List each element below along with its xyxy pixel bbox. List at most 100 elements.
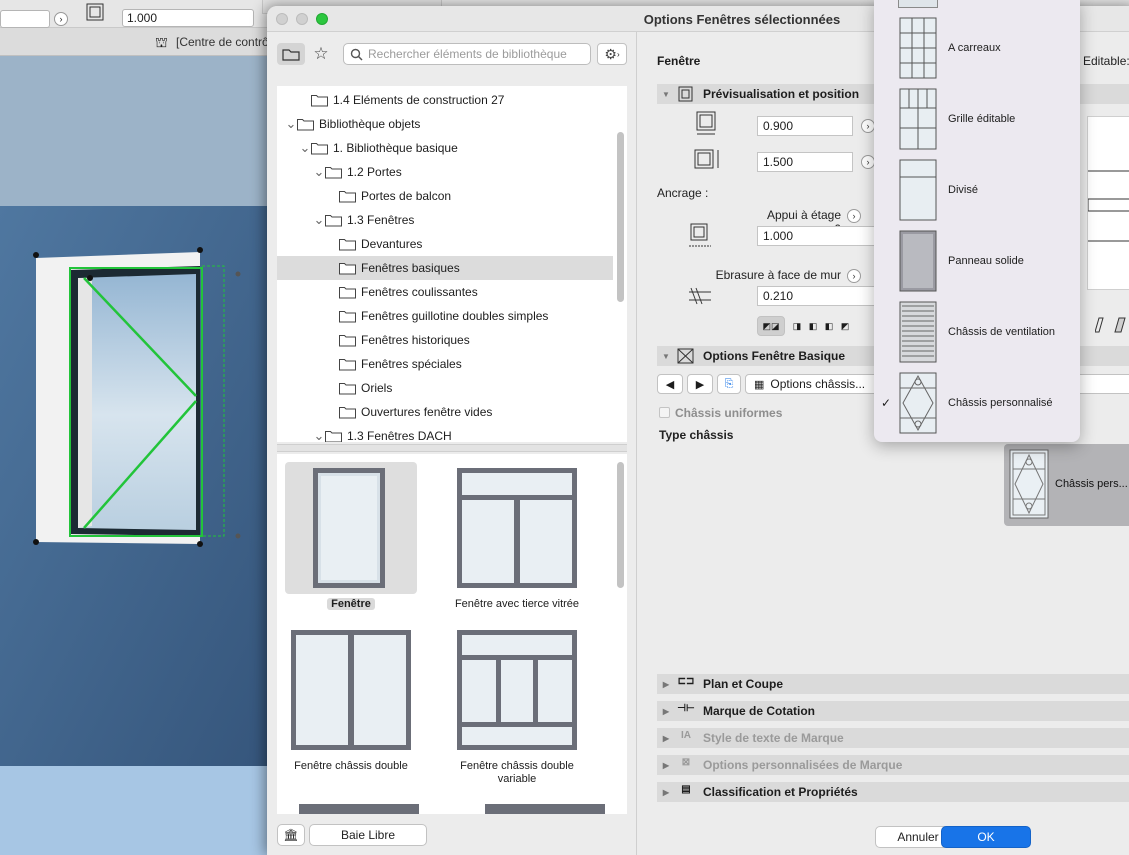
sash-menu-item[interactable]: ✓ Châssis personnalisé: [874, 367, 1080, 438]
control-center-label: [Centre de contrô: [176, 35, 269, 49]
reveal-mode-5[interactable]: ◩: [837, 316, 853, 336]
folder-icon: [325, 430, 342, 442]
tree-item[interactable]: Fenêtres guillotine doubles simples: [277, 304, 613, 328]
tree-item-label: Portes de balcon: [361, 189, 452, 203]
collapsed-section-header[interactable]: ▶ ⊣⊢ Marque de Cotation: [657, 701, 1129, 721]
width-arrow-button[interactable]: ›: [861, 119, 875, 133]
disclosure-closed-icon: ▶: [662, 787, 670, 797]
3d-viewport[interactable]: [0, 56, 280, 855]
collapsed-section-header[interactable]: ▶ ▤ Classification et Propriétés: [657, 782, 1129, 802]
gallery-item[interactable]: Fenêtre châssis double variable: [451, 624, 583, 786]
tree-scrollbar[interactable]: [617, 132, 624, 302]
collapsed-section-header: ▶ IA Style de texte de Marque: [657, 728, 1129, 748]
sill-height-icon: [689, 223, 711, 247]
sash-menu-item-label: A carreaux: [948, 41, 1001, 54]
tree-item-label: Oriels: [361, 381, 393, 395]
gallery-item-partial[interactable]: [299, 804, 419, 814]
page-menu-button[interactable]: ⎘: [717, 374, 741, 394]
reveal-mode-2[interactable]: ◨: [789, 316, 805, 336]
sash-menu-item[interactable]: Divisé: [874, 154, 1080, 225]
tree-item[interactable]: ⌄ 1.3 Fenêtres DACH: [277, 424, 613, 442]
tree-item[interactable]: Fenêtres historiques: [277, 328, 613, 352]
tree-item[interactable]: Portes de balcon: [277, 184, 613, 208]
toolbar-sill-field[interactable]: 1.000: [122, 9, 254, 27]
reveal-mode-icon: ◩◪: [762, 320, 780, 331]
sash-type-value: Châssis pers...: [1055, 478, 1128, 490]
gallery-item[interactable]: Fenêtre: [285, 462, 417, 611]
library-search[interactable]: [343, 43, 591, 65]
sash-menu-item-label: Châssis de ventilation: [948, 325, 1056, 338]
tree-item[interactable]: Devantures: [277, 232, 613, 256]
sash-menu-item[interactable]: Châssis de ventilation: [874, 296, 1080, 367]
gallery-item-partial[interactable]: [485, 804, 605, 814]
reveal-mode-4[interactable]: ◧: [821, 316, 837, 336]
gallery-item[interactable]: Fenêtre avec tierce vitrée: [451, 462, 583, 611]
sill-menu-button[interactable]: ›: [847, 209, 861, 223]
chevron-down-icon[interactable]: ⌄: [299, 141, 311, 154]
gallery-item[interactable]: Fenêtre châssis double: [285, 624, 417, 773]
ok-button[interactable]: OK: [941, 826, 1031, 848]
pane-splitter[interactable]: [277, 444, 627, 452]
collapsed-section-title: Marque de Cotation: [703, 704, 816, 718]
tree-item[interactable]: Oriels: [277, 376, 613, 400]
editable-label: Editable:: [1083, 54, 1129, 68]
anchor-label: Ancrage :: [657, 186, 709, 200]
reveal-menu-button[interactable]: ›: [847, 269, 861, 283]
opening-side-icons[interactable]: [1095, 316, 1129, 336]
tree-item-label: 1.3 Fenêtres DACH: [347, 429, 452, 442]
tree-item[interactable]: Fenêtres spéciales: [277, 352, 613, 376]
sash-type-selector[interactable]: Châssis pers... ›: [1004, 444, 1129, 526]
free-opening-button[interactable]: Baie Libre: [309, 824, 427, 846]
settings-menu-button[interactable]: ⚙ ›: [597, 43, 627, 65]
solid-sash-icon: [899, 230, 937, 291]
search-input[interactable]: [368, 47, 583, 61]
tree-item-label: Ouvertures fenêtre vides: [361, 405, 493, 419]
tree-item-label: 1.3 Fenêtres: [347, 213, 415, 227]
chevron-down-icon[interactable]: ⌄: [313, 429, 325, 442]
sash-menu-item-label: Grille éditable: [948, 112, 1016, 125]
divided-sash-icon: [899, 159, 937, 220]
disclosure-closed-icon: ▶: [662, 679, 670, 689]
next-page-button[interactable]: ▶: [687, 374, 713, 394]
tree-item[interactable]: ⌄ 1.3 Fenêtres: [277, 208, 613, 232]
element-name: Fenêtre: [657, 54, 701, 68]
plan-preview-drawing: [1087, 170, 1129, 242]
previous-menu-thumbnail: [898, 0, 938, 8]
tree-item[interactable]: ⌄ 1.2 Portes: [277, 160, 613, 184]
gallery-item-label: Fenêtre avec tierce vitrée: [454, 598, 580, 610]
reveal-field[interactable]: 0.210: [757, 286, 877, 306]
collapsed-section-header[interactable]: ▶ ⊏⊐ Plan et Coupe: [657, 674, 1129, 694]
previous-page-button[interactable]: ◀: [657, 374, 683, 394]
tree-item[interactable]: Ouvertures fenêtre vides: [277, 400, 613, 424]
tree-item[interactable]: Fenêtres basiques: [277, 256, 613, 280]
tree-item[interactable]: ⌄ 1. Bibliothèque basique: [277, 136, 613, 160]
tree-item[interactable]: Fenêtres coulissantes: [277, 280, 613, 304]
toolbar-field-a[interactable]: [0, 10, 50, 28]
folder-view-button[interactable]: [277, 43, 305, 65]
toolbar-arrow-button[interactable]: ›: [54, 12, 68, 26]
sill-field[interactable]: 1.000: [757, 226, 877, 246]
tree-item[interactable]: 1.4 Eléments de construction 27: [277, 88, 613, 112]
gallery-scrollbar[interactable]: [617, 462, 624, 588]
height-arrow-button[interactable]: ›: [861, 155, 875, 169]
uniform-sash-checkbox[interactable]: [659, 407, 670, 418]
width-field[interactable]: 0.900: [757, 116, 853, 136]
chevron-down-icon[interactable]: ⌄: [313, 165, 325, 178]
custom-sash-icon: [899, 372, 937, 433]
tree-item-label: 1. Bibliothèque basique: [333, 141, 458, 155]
folder-icon: [339, 262, 356, 274]
sash-menu-item[interactable]: A carreaux: [874, 12, 1080, 83]
sash-menu-item[interactable]: Panneau solide: [874, 225, 1080, 296]
tree-item[interactable]: ⌄ Bibliothèque objets: [277, 112, 613, 136]
favorites-button[interactable]: ☆: [307, 43, 335, 65]
reveal-mode-3[interactable]: ◧: [805, 316, 821, 336]
chevron-down-icon[interactable]: ⌄: [313, 213, 325, 226]
sash-menu-item[interactable]: Grille éditable: [874, 83, 1080, 154]
reveal-mode-active[interactable]: ◩◪: [757, 316, 785, 336]
star-icon: ☆: [313, 44, 329, 63]
height-field[interactable]: 1.500: [757, 152, 853, 172]
custom-marker-icon: ⊠: [681, 757, 691, 768]
library-manager-button[interactable]: 🏛: [277, 824, 305, 846]
reveal-mode-icon: ◩: [840, 320, 850, 331]
chevron-down-icon[interactable]: ⌄: [285, 117, 297, 130]
